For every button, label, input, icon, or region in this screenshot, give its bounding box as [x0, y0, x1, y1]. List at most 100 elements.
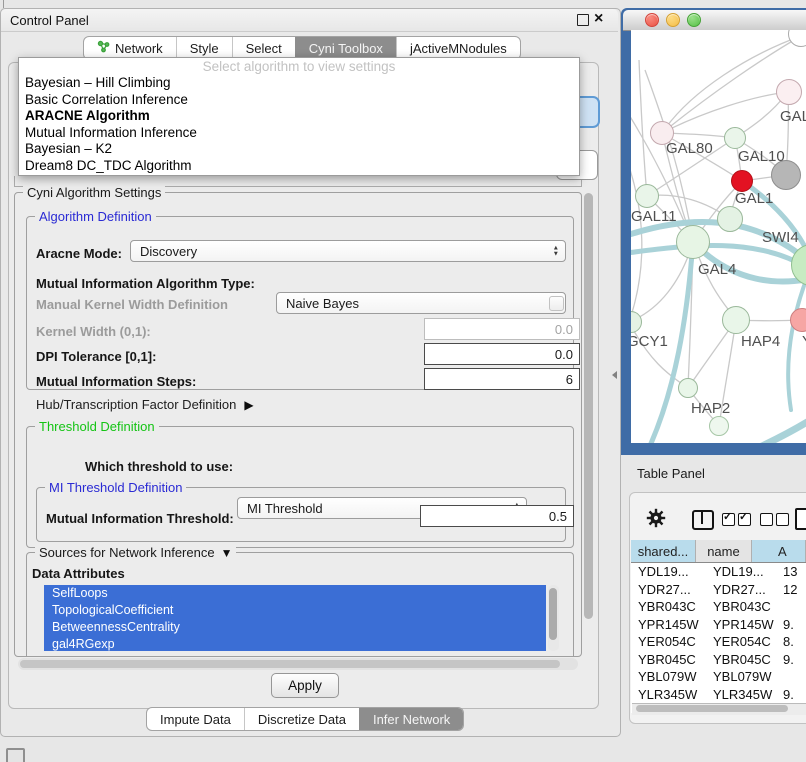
network-node[interactable] [724, 127, 746, 149]
combo-stepper-icon: ▲▼ [553, 246, 559, 257]
network-node[interactable] [717, 206, 743, 232]
unchecked-box-icon[interactable] [760, 513, 773, 526]
algorithm-options: Bayesian – Hill ClimbingBasic Correlatio… [19, 75, 579, 174]
gear-icon[interactable] [646, 508, 666, 528]
settings-vertical-scrollbar[interactable] [584, 193, 593, 619]
table-cell: YDR27... [710, 582, 778, 597]
network-canvas[interactable]: GALGAL80GAL10GAL1GAL11SWI4GAL4GCY1HAP4YH… [631, 30, 806, 443]
table-row[interactable]: YBR043CYBR043C [631, 598, 806, 616]
network-node[interactable] [678, 378, 698, 398]
table-row[interactable]: YBL079WYBL079W [631, 668, 806, 686]
window-minimize-icon[interactable] [666, 13, 680, 27]
algorithm-option[interactable]: ARACNE Algorithm [19, 108, 579, 125]
column-header-partial[interactable]: A [752, 540, 806, 562]
dpi-tolerance-field[interactable]: 0.0 [424, 343, 580, 365]
table-row[interactable]: YLR345WYLR345W9. [631, 686, 806, 704]
close-icon[interactable]: × [594, 10, 603, 28]
table-header: shared... name A [631, 540, 806, 563]
algorithm-option[interactable]: Bayesian – Hill Climbing [19, 75, 579, 92]
aracne-mode-select[interactable]: Discovery ▲▼ [130, 240, 566, 262]
tab-style[interactable]: Style [176, 37, 232, 59]
tab-infer-network[interactable]: Infer Network [359, 708, 463, 730]
hidden-group-border [14, 176, 15, 186]
column-header-name[interactable]: name [696, 540, 752, 562]
network-node[interactable] [676, 225, 710, 259]
table-row[interactable]: YDR27...YDR27...12 [631, 581, 806, 599]
tab-jactivemnodules[interactable]: jActiveMNodules [396, 37, 520, 59]
table-cell: YPR145W [631, 617, 710, 632]
settings-horizontal-scrollbar-thumb[interactable] [20, 660, 560, 668]
mi-steps-label: Mutual Information Steps: [36, 374, 196, 389]
table-cell: YLR345W [710, 687, 778, 702]
algorithm-option[interactable]: Bayesian – K2 [19, 141, 579, 158]
aracne-mode-label: Aracne Mode: [36, 246, 122, 261]
table-cell: YBR045C [631, 652, 710, 667]
mi-threshold-field[interactable]: 0.5 [420, 505, 574, 527]
cyni-bottom-tabs: Impute Data Discretize Data Infer Networ… [146, 707, 464, 731]
checked-box-icon[interactable]: ✓ [738, 513, 751, 526]
group-title: Threshold Definition [35, 419, 159, 434]
network-node-label: SWI4 [762, 229, 799, 246]
sources-expander[interactable]: Sources for Network Inference ▼ [35, 545, 236, 560]
table-row[interactable]: YER054CYER054C8. [631, 633, 806, 651]
attribute-item[interactable]: TopologicalCoefficient [44, 602, 546, 619]
mi-steps-field[interactable]: 6 [424, 368, 580, 390]
control-panel-title: Control Panel [10, 13, 89, 28]
columns-icon[interactable] [692, 510, 714, 530]
table-cell: YPR145W [710, 617, 778, 632]
network-node[interactable] [731, 170, 753, 192]
network-node-label: GAL [780, 108, 806, 125]
tab-select[interactable]: Select [232, 37, 295, 59]
window-zoom-icon[interactable] [687, 13, 701, 27]
page-icon[interactable] [795, 508, 806, 530]
attribute-item[interactable]: SelfLoops [44, 585, 546, 602]
tab-discretize-data[interactable]: Discretize Data [244, 708, 359, 730]
table-rows: YDL19...YDL19...13YDR27...YDR27...12YBR0… [631, 563, 806, 713]
network-node[interactable] [722, 306, 750, 334]
expand-down-icon: ▼ [221, 546, 233, 560]
table-horizontal-scrollbar-thumb[interactable] [636, 705, 788, 712]
kernel-width-field[interactable]: 0.0 [424, 318, 580, 340]
attribute-item[interactable]: gal4RGexp [44, 636, 546, 651]
data-attributes-list: SelfLoopsTopologicalCoefficientBetweenne… [44, 585, 546, 651]
network-node-label: HAP2 [691, 400, 730, 417]
table-row[interactable]: YDL19...YDL19...13 [631, 563, 806, 581]
window-close-icon[interactable] [645, 13, 659, 27]
minimized-panel-icon[interactable] [6, 748, 25, 762]
attribute-item[interactable]: BetweennessCentrality [44, 619, 546, 636]
network-node[interactable] [709, 416, 729, 436]
tab-cyni-toolbox[interactable]: Cyni Toolbox [295, 37, 396, 59]
apply-button[interactable]: Apply [271, 673, 339, 698]
table-cell: 13 [778, 564, 806, 579]
data-attributes-label: Data Attributes [32, 566, 125, 581]
column-header-shared-name[interactable]: shared... [631, 540, 696, 562]
table-cell: YBR045C [710, 652, 778, 667]
algorithm-option[interactable]: Dream8 DC_TDC Algorithm [19, 158, 579, 175]
unchecked-box-icon[interactable] [776, 513, 789, 526]
table-cell: 9. [778, 687, 806, 702]
mi-type-select[interactable]: Naive Bayes ▲▼ [276, 292, 566, 314]
algorithm-option[interactable]: Basic Correlation Inference [19, 92, 579, 109]
network-node-label: GAL1 [735, 190, 773, 207]
divider-tick [3, 0, 4, 8]
tab-network[interactable]: Network [84, 37, 176, 59]
network-node-label: GAL80 [666, 140, 713, 157]
attributes-scrollbar-thumb[interactable] [549, 588, 557, 640]
splitter-collapse-icon[interactable] [612, 371, 617, 379]
algorithm-option[interactable]: Mutual Information Inference [19, 125, 579, 142]
table-cell: YBR043C [710, 599, 778, 614]
mi-threshold-label: Mutual Information Threshold: [46, 511, 234, 526]
float-window-icon[interactable] [577, 14, 589, 26]
checked-box-icon[interactable]: ✓ [722, 513, 735, 526]
table-cell: 12 [778, 582, 806, 597]
algorithm-dropdown-prompt: Select algorithm to view settings [19, 58, 579, 75]
table-row[interactable]: YBR045CYBR045C9. [631, 651, 806, 669]
network-node-label: HAP4 [741, 333, 780, 350]
network-node[interactable] [776, 79, 802, 105]
manual-kernel-checkbox[interactable] [549, 296, 564, 311]
table-row[interactable]: YPR145WYPR145W9. [631, 616, 806, 634]
network-node[interactable] [635, 184, 659, 208]
table-cell: YDR27... [631, 582, 710, 597]
hub-definition-expander[interactable]: Hub/Transcription Factor Definition ▶ [36, 397, 254, 412]
tab-impute-data[interactable]: Impute Data [147, 708, 244, 730]
